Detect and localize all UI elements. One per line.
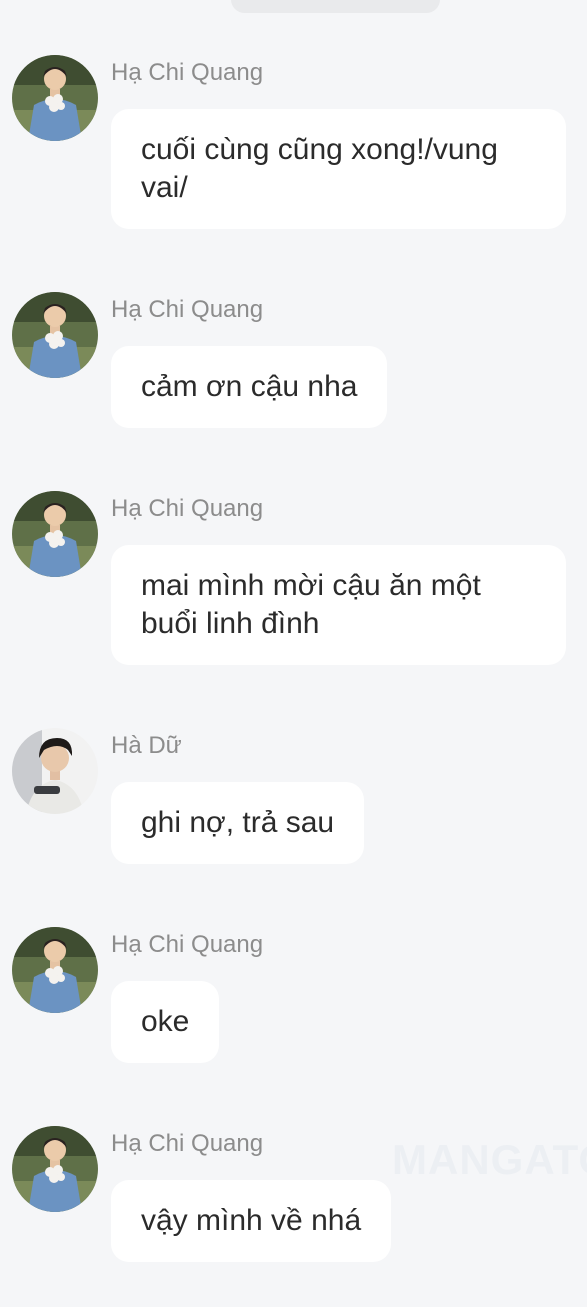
sender-name: Hạ Chi Quang — [111, 1130, 264, 1157]
message-bubble[interactable]: cảm ơn cậu nha — [111, 346, 388, 428]
sender-name: Hạ Chi Quang — [111, 296, 264, 323]
message-bubble[interactable]: ghi nợ, trả sau — [111, 782, 365, 864]
message-bubble[interactable]: oke — [111, 981, 220, 1063]
avatar-icon[interactable] — [12, 491, 98, 577]
chat-screen: Hạ Chi Quang cuối cùng cũng xong!/vung v… — [0, 0, 587, 1307]
avatar-icon[interactable] — [12, 55, 98, 141]
message-bubble[interactable]: cuối cùng cũng xong!/vung vai/ — [111, 109, 566, 229]
sender-name: Hạ Chi Quang — [111, 495, 264, 522]
message-bubble[interactable]: mai mình mời cậu ăn một buổi linh đình — [111, 545, 566, 665]
avatar-icon[interactable] — [12, 927, 98, 1013]
avatar-icon[interactable] — [12, 1126, 98, 1212]
avatar-icon[interactable] — [12, 292, 98, 378]
avatar-icon[interactable] — [12, 728, 98, 814]
top-pill — [231, 0, 440, 13]
sender-name: Hạ Chi Quang — [111, 931, 264, 958]
message-bubble[interactable]: vậy mình về nhá — [111, 1180, 392, 1262]
sender-name: Hà Dữ — [111, 732, 182, 759]
watermark: MANGATO — [392, 1136, 587, 1183]
sender-name: Hạ Chi Quang — [111, 59, 264, 86]
